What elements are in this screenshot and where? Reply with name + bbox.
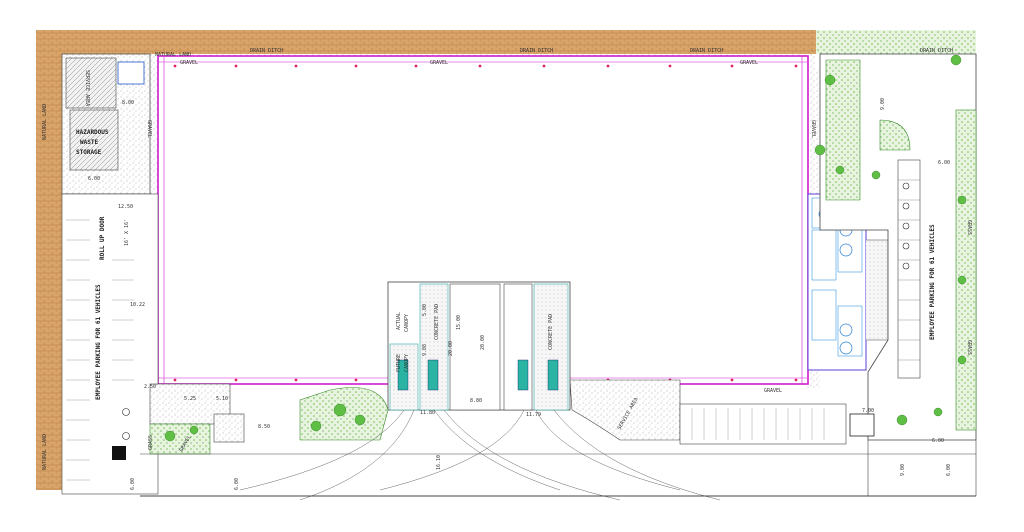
label-drain-ditch-4: DRAIN DITCH xyxy=(920,48,953,54)
label-waste: WASTE xyxy=(80,139,98,146)
svg-text:5.25: 5.25 xyxy=(184,396,196,402)
svg-text:8.80: 8.80 xyxy=(470,398,482,404)
svg-text:6.00: 6.00 xyxy=(932,438,944,444)
guard-house xyxy=(849,413,875,437)
label-grass-left: GRASS xyxy=(148,435,154,450)
label-gravel-left: GRAVEL xyxy=(146,120,152,138)
label-roll-up-door: ROLL UP DOOR xyxy=(99,216,106,260)
label-actual-canopy: ACTUAL xyxy=(396,312,402,330)
label-storage: STORAGE xyxy=(76,149,102,156)
label-concrete-pad-1: CONCRETE PAD xyxy=(434,304,440,340)
svg-text:12.50: 12.50 xyxy=(118,204,133,210)
svg-text:6.00: 6.00 xyxy=(234,478,240,490)
label-grass-right: GRASS xyxy=(966,220,972,235)
label-hazardous: HAZARDOUS xyxy=(76,129,109,136)
label-natural-land-bottom: NATURAL LAND xyxy=(42,434,48,470)
svg-text:9.08: 9.08 xyxy=(422,344,428,356)
svg-text:9.00: 9.00 xyxy=(880,98,886,110)
svg-text:7.00: 7.00 xyxy=(862,408,874,414)
svg-text:20.00: 20.00 xyxy=(480,335,486,350)
label-gravel-bottom: GRAVEL xyxy=(764,388,782,394)
svg-text:6.00: 6.00 xyxy=(130,478,136,490)
natural-land-left xyxy=(36,30,62,490)
svg-text:8.50: 8.50 xyxy=(258,424,270,430)
svg-text:8.00: 8.00 xyxy=(122,100,134,106)
site-plan: NATURAL LAND DRAIN DITCH DRAIN DITCH DRA… xyxy=(36,30,977,501)
label-concrete-pad-2: CONCRETE PAD xyxy=(548,314,554,350)
label-actual-canopy-2: CANOPY xyxy=(404,314,410,332)
label-service-area: SERVICE AREA xyxy=(84,70,90,106)
label-grass-right-2: GRASS xyxy=(966,340,972,355)
svg-text:20.00: 20.00 xyxy=(448,341,454,356)
label-drain-ditch-3: DRAIN DITCH xyxy=(690,48,723,54)
svg-text:6.00: 6.00 xyxy=(88,176,100,182)
label-gravel-top-3: GRAVEL xyxy=(740,60,758,66)
svg-text:6.00: 6.00 xyxy=(938,160,950,166)
label-parking-right: EMPLOYEE PARKING FOR 61 VEHICLES xyxy=(929,224,936,340)
svg-text:9.00: 9.00 xyxy=(900,464,906,476)
svg-text:16.10: 16.10 xyxy=(436,455,442,470)
grass-strip-right xyxy=(955,109,977,431)
label-future-canopy-2: CANOPY xyxy=(404,354,410,372)
parking-left-area xyxy=(61,193,159,495)
trash-enclosure xyxy=(112,446,126,460)
label-future-canopy: FUTURE xyxy=(396,354,402,372)
svg-text:10.22: 10.22 xyxy=(130,302,145,308)
label-gravel-top-1: GRAVEL xyxy=(180,60,198,66)
svg-text:5.10: 5.10 xyxy=(216,396,228,402)
label-gravel-top-2: GRAVEL xyxy=(430,60,448,66)
service-area-bottom xyxy=(569,379,681,441)
label-gravel-right: GRAVEL xyxy=(810,120,816,138)
label-drain-ditch-1: DRAIN DITCH xyxy=(250,48,283,54)
service-area xyxy=(65,57,117,109)
svg-text:6.00: 6.00 xyxy=(946,464,952,476)
label-parking-left: EMPLOYEE PARKING FOR 61 VEHICLES xyxy=(95,284,102,400)
label-natural-land-left: NATURAL LAND xyxy=(42,104,48,140)
svg-text:11.80: 11.80 xyxy=(420,410,435,416)
svg-text:11.79: 11.79 xyxy=(526,412,541,418)
compressor-room xyxy=(117,61,145,85)
svg-text:2.50: 2.50 xyxy=(144,384,156,390)
svg-text:15.00: 15.00 xyxy=(456,315,462,330)
label-drain-ditch-2: DRAIN DITCH xyxy=(520,48,553,54)
office-entrance xyxy=(866,239,889,341)
label-roll-up-door-size: 16' X 16' xyxy=(124,219,130,246)
parking-bottom-right xyxy=(679,403,847,445)
label-natural-land-top: NATURAL LAND xyxy=(155,52,191,58)
svg-text:5.00: 5.00 xyxy=(422,304,428,316)
